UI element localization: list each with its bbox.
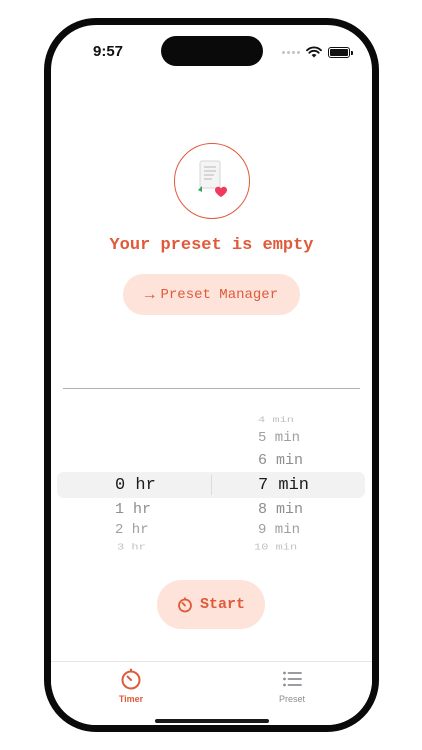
home-indicator	[155, 719, 269, 723]
tab-preset[interactable]: Preset	[252, 668, 332, 704]
tab-timer[interactable]: Timer	[91, 668, 171, 704]
picker-minute-option[interactable]: 9 min	[258, 523, 300, 537]
document-heart-icon	[198, 160, 227, 197]
tab-timer-label: Timer	[118, 694, 144, 704]
picker-hour-option[interactable]: 2 hr	[115, 523, 149, 537]
picker-minute-option[interactable]: 5 min	[258, 431, 300, 445]
preset-manager-button[interactable]: → Preset Manager	[123, 274, 300, 315]
timer-icon	[178, 596, 192, 612]
dynamic-island	[161, 36, 263, 66]
cellular-signal-icon	[282, 50, 300, 54]
preset-manager-label: Preset Manager	[160, 286, 279, 303]
status-time: 9:57	[93, 43, 124, 60]
start-button[interactable]: Start	[157, 580, 265, 629]
battery-icon	[328, 46, 353, 58]
wifi-icon	[306, 46, 322, 58]
picker-hour-option[interactable]: 0 hr	[115, 477, 156, 494]
picker-hour-option[interactable]: 1 hr	[115, 502, 151, 517]
picker-minute-option[interactable]: 8 min	[258, 502, 303, 517]
tab-bar: Timer Preset	[51, 661, 372, 725]
list-icon	[283, 671, 302, 687]
tab-preset-label: Preset	[278, 694, 305, 704]
screen: 9:57 Your preset is empty → Preset Manag…	[51, 25, 372, 725]
picker-minute-option[interactable]: 4 min	[258, 416, 294, 424]
picker-minute-option[interactable]: 10 min	[254, 543, 297, 552]
duration-picker[interactable]: 0 hr 1 hr 2 hr 3 hr 4 min 5 min 6 min 7 …	[51, 405, 372, 555]
start-label: Start	[199, 596, 245, 613]
phone-frame: 9:57 Your preset is empty → Preset Manag…	[44, 18, 379, 732]
picker-hour-option[interactable]: 3 hr	[117, 543, 146, 552]
picker-column-separator	[211, 475, 212, 495]
picker-minute-option[interactable]: 7 min	[258, 477, 309, 494]
arrow-right-icon: →	[144, 285, 155, 304]
picker-minute-option[interactable]: 6 min	[258, 453, 303, 468]
empty-preset-illustration	[174, 143, 250, 219]
status-icons	[282, 46, 353, 58]
divider	[63, 388, 360, 389]
empty-state-title: Your preset is empty	[109, 236, 314, 255]
status-bar: 9:57	[51, 25, 372, 75]
timer-icon	[121, 668, 141, 690]
